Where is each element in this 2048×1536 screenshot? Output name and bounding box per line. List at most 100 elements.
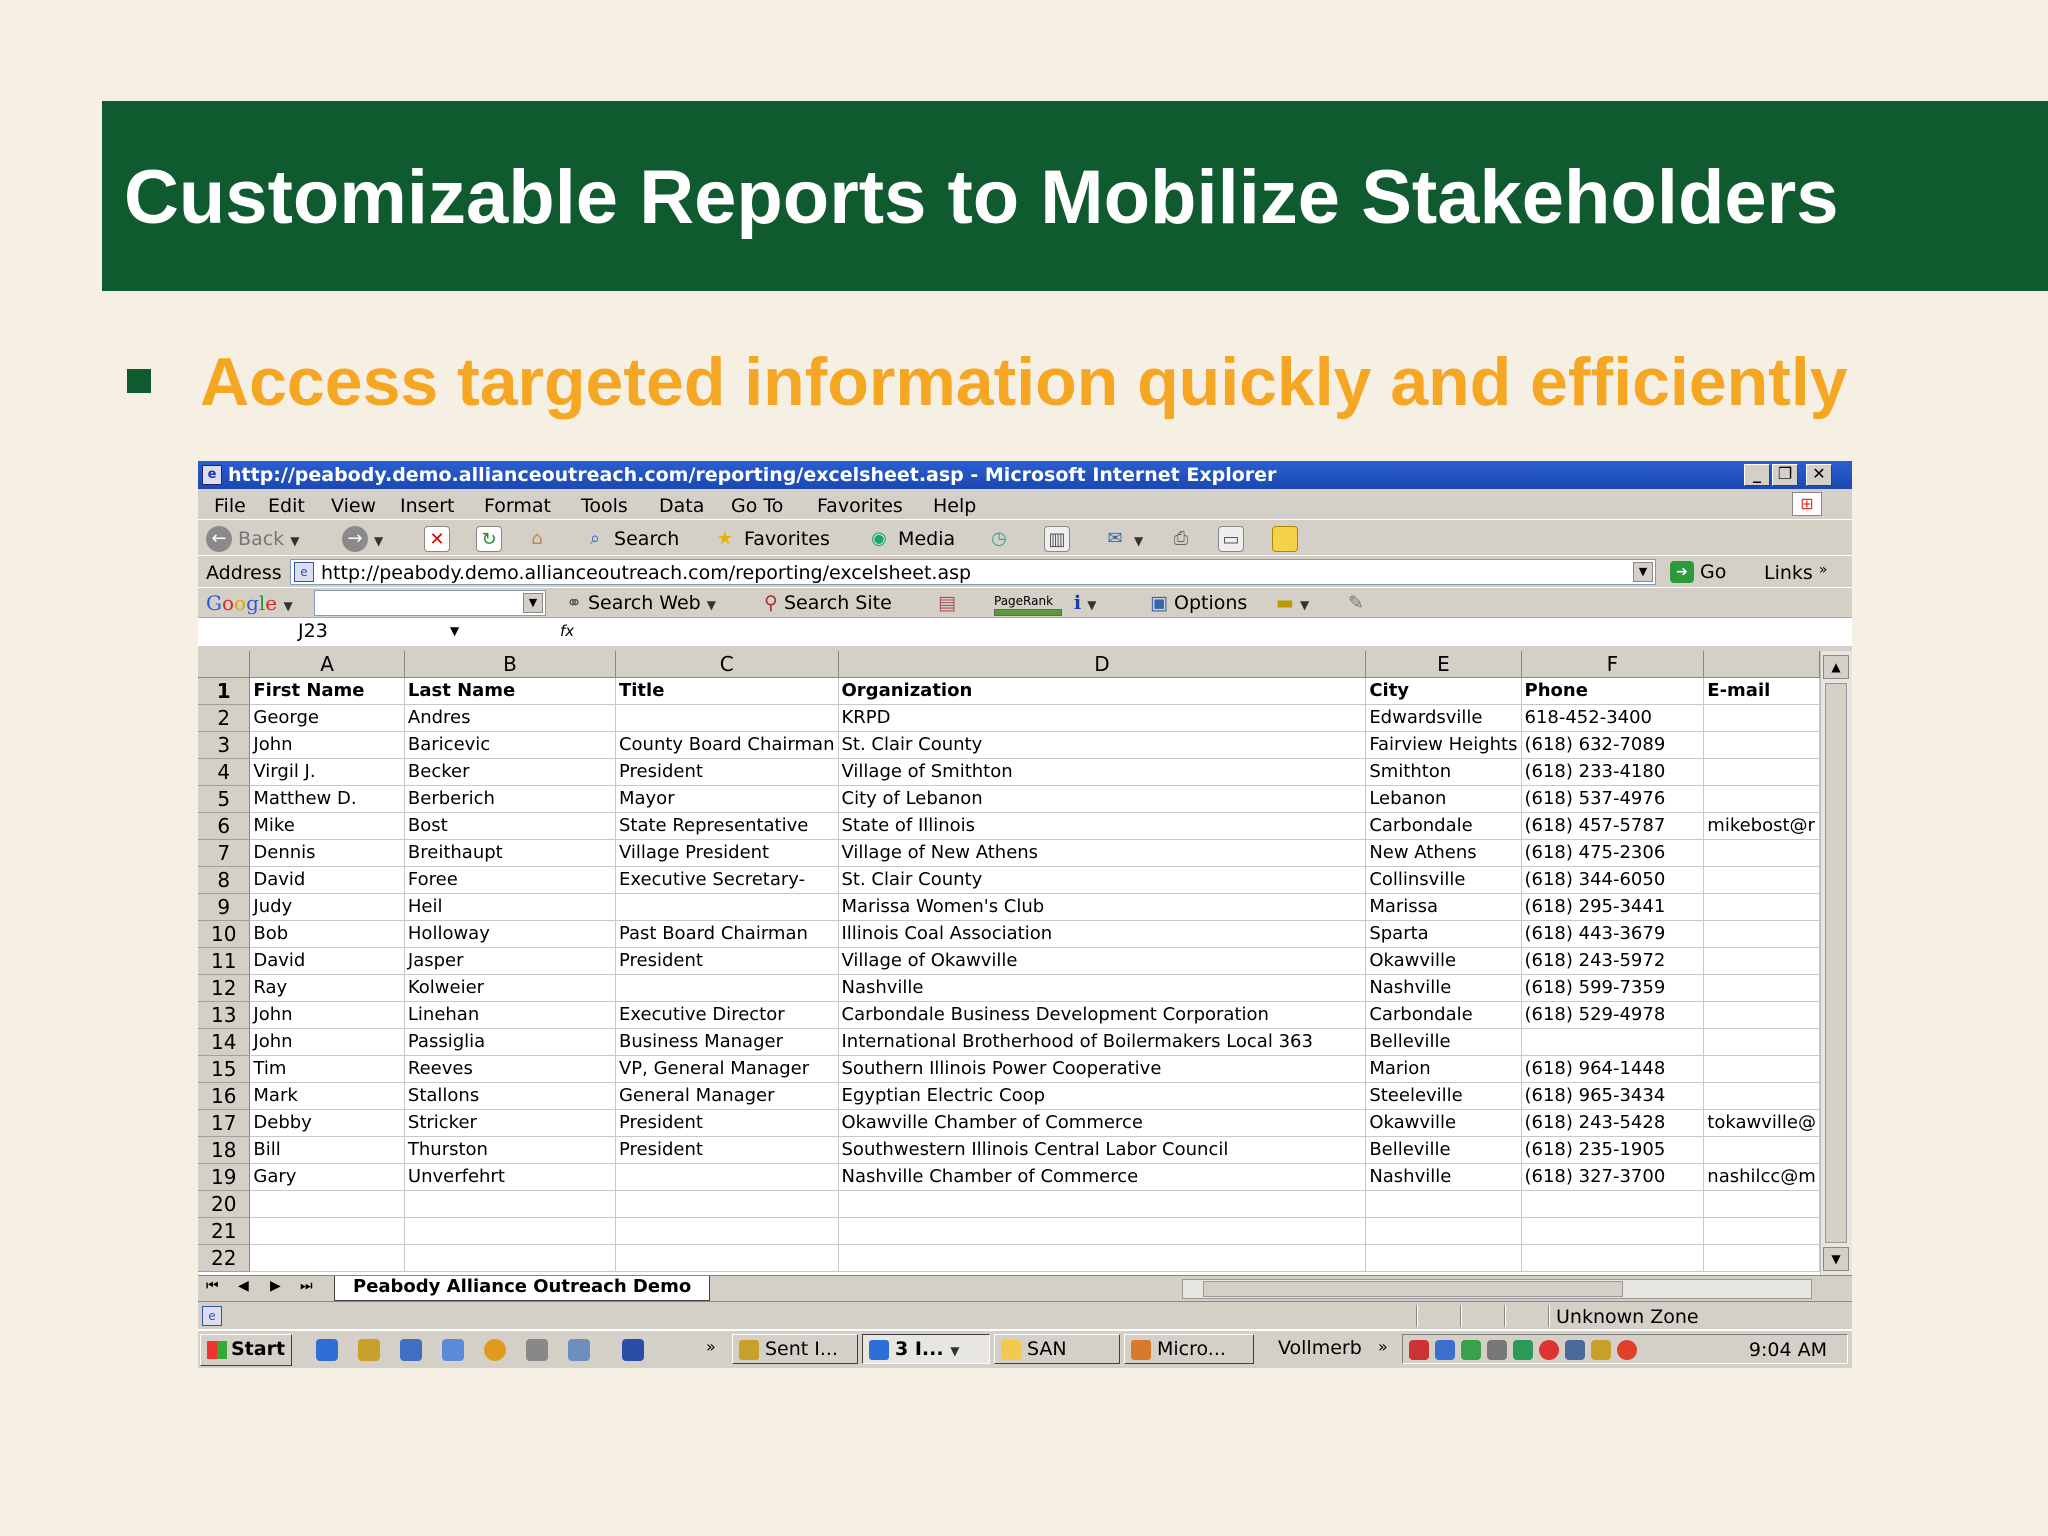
table-cell[interactable]: John: [249, 731, 405, 759]
tray-icon-2[interactable]: [1435, 1340, 1455, 1360]
table-cell[interactable]: [615, 1217, 839, 1245]
row-number[interactable]: 9: [198, 893, 251, 921]
table-cell[interactable]: Southern Illinois Power Cooperative: [838, 1055, 1367, 1083]
news-button[interactable]: ▤: [938, 592, 956, 614]
table-cell[interactable]: mikebost@r: [1703, 812, 1820, 840]
table-cell[interactable]: [1703, 758, 1820, 786]
row-number[interactable]: 13: [198, 1001, 251, 1029]
tray-icon-7[interactable]: [1565, 1340, 1585, 1360]
table-cell[interactable]: Jasper: [404, 947, 616, 975]
column-header-cell[interactable]: City: [1365, 677, 1522, 705]
table-cell[interactable]: [249, 1190, 405, 1218]
search-web-button[interactable]: ⚭ Search Web ▼: [566, 592, 716, 614]
table-cell[interactable]: Collinsville: [1365, 866, 1522, 894]
column-header-cell[interactable]: Organization: [838, 677, 1367, 705]
table-cell[interactable]: [1703, 974, 1820, 1002]
first-sheet-icon[interactable]: ⏮: [206, 1278, 219, 1294]
table-cell[interactable]: [615, 1190, 839, 1218]
row-number[interactable]: 22: [198, 1244, 251, 1272]
table-cell[interactable]: [404, 1217, 616, 1245]
minimize-button[interactable]: _: [1744, 464, 1770, 486]
table-cell[interactable]: [615, 704, 839, 732]
table-cell[interactable]: VP, General Manager: [615, 1055, 839, 1083]
row-number[interactable]: 18: [198, 1136, 251, 1164]
table-cell[interactable]: Stricker: [404, 1109, 616, 1137]
hscroll-thumb[interactable]: [1203, 1281, 1623, 1297]
info-button[interactable]: ℹ ▼: [1074, 592, 1097, 614]
table-cell[interactable]: David: [249, 866, 405, 894]
spreadsheet-grid[interactable]: A B C D E F 1 First Name Last Name Title Organizat…: [198, 651, 1820, 1275]
column-header-cell[interactable]: Last Name: [404, 677, 616, 705]
table-cell[interactable]: [838, 1217, 1367, 1245]
links-button[interactable]: Links »: [1764, 562, 1827, 584]
table-cell[interactable]: (618) 344-6050: [1521, 866, 1705, 894]
table-cell[interactable]: [1365, 1244, 1522, 1272]
table-cell[interactable]: (618) 965-3434: [1521, 1082, 1705, 1110]
table-cell[interactable]: nashilcc@m: [1703, 1163, 1820, 1191]
table-cell[interactable]: KRPD: [838, 704, 1367, 732]
table-cell[interactable]: (618) 632-7089: [1521, 731, 1705, 759]
scroll-thumb[interactable]: [1825, 683, 1847, 1243]
table-cell[interactable]: President: [615, 947, 839, 975]
table-cell[interactable]: Nashville Chamber of Commerce: [838, 1163, 1367, 1191]
table-cell[interactable]: President: [615, 1109, 839, 1137]
table-cell[interactable]: John: [249, 1001, 405, 1029]
table-cell[interactable]: Becker: [404, 758, 616, 786]
search-button[interactable]: ⌕ Search: [582, 526, 679, 552]
menu-edit[interactable]: Edit: [268, 495, 305, 517]
task-san-folder[interactable]: SAN: [994, 1334, 1120, 1364]
table-cell[interactable]: President: [615, 1136, 839, 1164]
table-cell[interactable]: Gary: [249, 1163, 405, 1191]
start-button[interactable]: Start: [200, 1334, 293, 1366]
table-cell[interactable]: George: [249, 704, 405, 732]
forward-button[interactable]: → ▼: [342, 526, 383, 552]
messenger-quicklaunch-icon[interactable]: [400, 1339, 422, 1361]
table-cell[interactable]: Village of New Athens: [838, 839, 1367, 867]
row-number[interactable]: 5: [198, 785, 251, 813]
google-search-dropdown-icon[interactable]: ▼: [523, 593, 543, 613]
history-button[interactable]: ◷: [986, 526, 1012, 552]
taskbar-toolbar-label[interactable]: Vollmerb: [1278, 1337, 1362, 1359]
table-cell[interactable]: [1703, 704, 1820, 732]
back-dropdown-icon[interactable]: ▼: [290, 534, 299, 548]
column-header-cell[interactable]: First Name: [249, 677, 405, 705]
table-cell[interactable]: [249, 1244, 405, 1272]
row-number[interactable]: 17: [198, 1109, 251, 1137]
table-cell[interactable]: Linehan: [404, 1001, 616, 1029]
row-number[interactable]: 11: [198, 947, 251, 975]
table-cell[interactable]: Mark: [249, 1082, 405, 1110]
ie-quicklaunch-icon[interactable]: [316, 1339, 338, 1361]
table-cell[interactable]: Unverfehrt: [404, 1163, 616, 1191]
table-cell[interactable]: Illinois Coal Association: [838, 920, 1367, 948]
table-cell[interactable]: Matthew D.: [249, 785, 405, 813]
table-cell[interactable]: International Brotherhood of Boilermaker…: [838, 1028, 1367, 1056]
table-cell[interactable]: [615, 974, 839, 1002]
table-cell[interactable]: Steeleville: [1365, 1082, 1522, 1110]
info-dropdown-icon[interactable]: ▼: [1087, 598, 1096, 612]
table-cell[interactable]: Reeves: [404, 1055, 616, 1083]
outlook-quicklaunch-icon[interactable]: [358, 1339, 380, 1361]
google-logo[interactable]: Google ▼: [206, 591, 293, 615]
table-cell[interactable]: Passiglia: [404, 1028, 616, 1056]
row-number[interactable]: 12: [198, 974, 251, 1002]
tray-icon-6[interactable]: [1539, 1340, 1559, 1360]
options-button[interactable]: ▣ Options: [1150, 592, 1247, 614]
search-site-button[interactable]: ⚲ Search Site: [764, 592, 892, 614]
table-cell[interactable]: Okawville: [1365, 947, 1522, 975]
table-cell[interactable]: [249, 1217, 405, 1245]
table-cell[interactable]: (618) 457-5787: [1521, 812, 1705, 840]
table-cell[interactable]: David: [249, 947, 405, 975]
go-button[interactable]: ➔ Go: [1670, 561, 1726, 583]
table-cell[interactable]: [1703, 1136, 1820, 1164]
table-cell[interactable]: Nashville: [1365, 974, 1522, 1002]
menu-help[interactable]: Help: [933, 495, 976, 517]
table-cell[interactable]: [1703, 839, 1820, 867]
table-cell[interactable]: Judy: [249, 893, 405, 921]
menu-file[interactable]: File: [214, 495, 246, 517]
menu-goto[interactable]: Go To: [731, 495, 783, 517]
highlight-button[interactable]: ▬ ▼: [1276, 592, 1309, 614]
table-cell[interactable]: St. Clair County: [838, 866, 1367, 894]
table-cell[interactable]: Bost: [404, 812, 616, 840]
table-cell[interactable]: [1521, 1190, 1705, 1218]
row-number[interactable]: 21: [198, 1217, 251, 1245]
